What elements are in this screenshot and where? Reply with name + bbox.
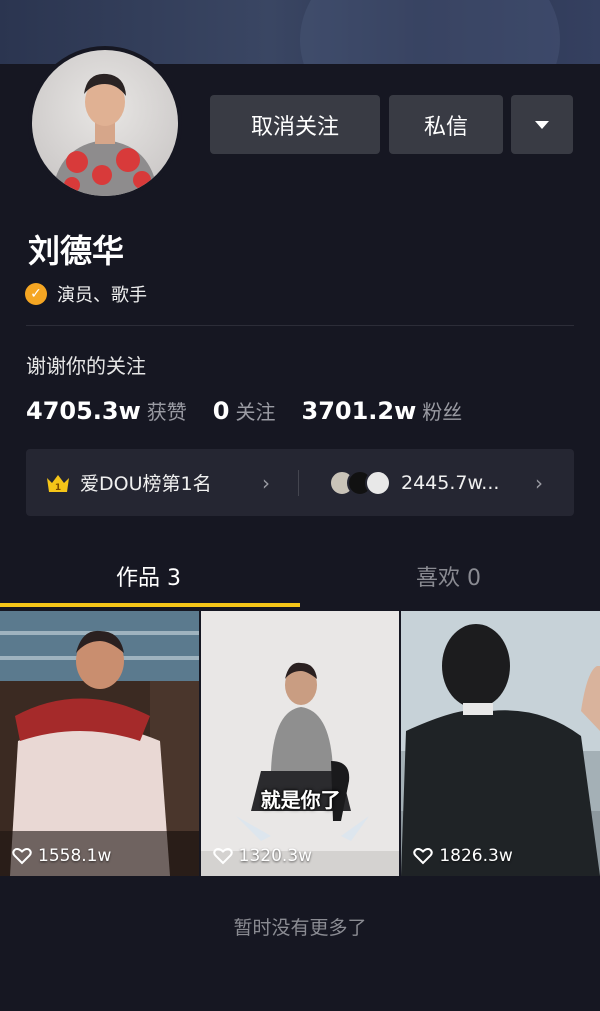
verification-text: 演员、歌手 — [57, 285, 147, 306]
video-likes: 1826.3w — [413, 846, 513, 866]
followers-label[interactable]: 粉丝 — [422, 396, 462, 425]
followers-count[interactable]: 3701.2w — [302, 397, 417, 425]
video-likes: 1558.1w — [12, 846, 111, 866]
idol-rank-link[interactable]: 1 爱DOU榜第1名 › — [26, 449, 298, 516]
message-button[interactable]: 私信 — [389, 95, 503, 154]
video-thumbnail-image — [401, 611, 600, 876]
likes-count: 4705.3w — [26, 397, 141, 425]
more-dropdown-button[interactable] — [511, 95, 573, 154]
heart-icon — [12, 848, 32, 865]
rank-bar: 1 爱DOU榜第1名 › 2445.7w... › — [26, 449, 574, 516]
video-thumbnail[interactable]: 1826.3w — [401, 611, 600, 876]
heart-icon — [212, 848, 233, 865]
following-count[interactable]: 0 — [213, 397, 230, 425]
verified-check-icon: ✓ — [25, 283, 47, 305]
video-thumbnail-image — [200, 611, 400, 876]
fan-count-label: 2445.7w... — [401, 471, 500, 494]
likes-label: 获赞 — [146, 400, 187, 424]
unfollow-button[interactable]: 取消关注 — [210, 95, 380, 154]
profile-name: 刘德华 — [28, 232, 125, 270]
chevron-right-icon: › — [262, 470, 270, 495]
content-tabs: 作品 3 喜欢 0 — [0, 548, 600, 608]
crown-rank-number: 1 — [55, 483, 61, 493]
caret-down-icon — [535, 120, 549, 129]
profile-bio: 谢谢你的关注 — [26, 354, 146, 378]
fan-avatar-3 — [365, 469, 391, 496]
avatar[interactable] — [28, 46, 182, 200]
crown-icon: 1 — [47, 474, 69, 493]
no-more-content-text: 暂时没有更多了 — [233, 917, 367, 939]
video-thumbnail-image — [0, 611, 199, 876]
avatar-portrait — [52, 73, 158, 196]
video-likes: 1320.3w — [212, 846, 312, 866]
following-label[interactable]: 关注 — [236, 396, 276, 425]
fan-group-link[interactable]: 2445.7w... › — [299, 449, 574, 516]
heart-icon — [413, 848, 434, 865]
stats-row: 4705.3w 获赞 0 关注 3701.2w 粉丝 — [26, 396, 462, 425]
tab-works[interactable]: 作品 3 — [116, 560, 181, 592]
idol-rank-label: 爱DOU榜第1名 — [80, 473, 212, 495]
video-thumbnail[interactable]: 1558.1w — [0, 611, 199, 876]
video-caption: 就是你了 — [260, 788, 341, 812]
tab-likes[interactable]: 喜欢 0 — [416, 560, 481, 592]
video-thumbnail[interactable]: 就是你了 1320.3w — [200, 611, 400, 876]
video-grid: 1558.1w 就是你了 1320.3w 1826.3w — [0, 611, 600, 876]
divider — [26, 325, 574, 326]
chevron-right-icon: › — [535, 470, 543, 495]
active-tab-indicator — [0, 603, 300, 607]
verification-row: ✓ 演员、歌手 — [25, 281, 147, 307]
